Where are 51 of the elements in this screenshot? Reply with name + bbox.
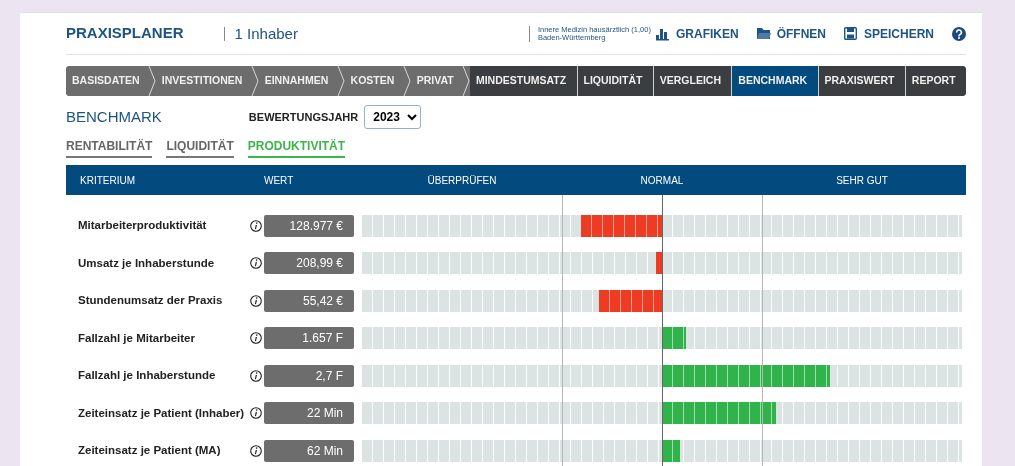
value-field: 1.657 F — [264, 327, 354, 350]
year-dropdown[interactable]: 2023 — [364, 105, 422, 129]
nav-tab[interactable]: INVESTITIONEN — [155, 66, 259, 96]
info-icon[interactable] — [250, 257, 262, 270]
app-title: PRAXISPLANER — [66, 23, 184, 44]
toolbar-button[interactable]: ÖFFNEN — [756, 24, 826, 43]
criterion-label: Mitarbeiterproduktivität — [77, 218, 208, 234]
value-field: 2,7 F — [264, 364, 354, 387]
info-icon[interactable] — [250, 294, 262, 307]
info-icon[interactable] — [250, 219, 262, 232]
chevron-icon — [402, 66, 411, 96]
value-field: 208,99 € — [264, 252, 354, 275]
criterion-label: Zeiteinsatz je Patient (Inhaber) — [77, 405, 246, 421]
criterion-label: Umsatz je Inhaberstunde — [77, 255, 216, 271]
help-icon[interactable] — [952, 26, 966, 41]
value-field: 128.977 € — [264, 214, 354, 237]
column-header: WERT — [264, 173, 295, 188]
section-title: BENCHMARK — [66, 106, 162, 127]
column-header: ÜBERPRÜFEN — [426, 173, 498, 188]
column-header: KRITERIUM — [79, 173, 136, 188]
year-label: BEWERTUNGSJAHR — [248, 109, 359, 125]
nav-tab[interactable]: KOSTEN — [344, 66, 411, 96]
folder-icon — [756, 26, 771, 41]
chevron-icon — [250, 66, 259, 96]
toolbar-button[interactable]: GRAFIKEN — [655, 24, 739, 43]
info-icon[interactable] — [250, 369, 262, 382]
criterion-label: Stundenumsatz der Praxis — [77, 293, 224, 309]
nav-tab[interactable]: BENCHMARK — [731, 66, 818, 96]
info-icon[interactable] — [250, 407, 262, 420]
value-field: 22 Min — [264, 402, 354, 425]
nav-tab[interactable]: BASISDATEN — [66, 66, 156, 96]
category-tab[interactable]: RENTABILITÄT — [66, 137, 153, 158]
info-icon[interactable] — [250, 332, 262, 345]
value-field: 55,42 € — [264, 289, 354, 312]
chevron-icon — [461, 66, 470, 96]
owner-count: 1 Inhaber — [223, 26, 298, 41]
chevron-icon — [336, 66, 345, 96]
info-icon[interactable] — [250, 444, 262, 457]
criterion-label: Zeiteinsatz je Patient (MA) — [77, 443, 222, 459]
nav-tab[interactable]: EINNAHMEN — [258, 66, 345, 96]
criterion-label: Fallzahl je Mitarbeiter — [77, 330, 196, 346]
bar-chart-icon — [655, 26, 670, 41]
toolbar-button[interactable]: SPEICHERN — [844, 24, 934, 43]
value-field: 62 Min — [264, 439, 354, 462]
criterion-label: Fallzahl je Inhaberstunde — [77, 368, 217, 384]
column-header: SEHR GUT — [835, 173, 889, 188]
nav-tab[interactable]: PRIVAT — [410, 66, 470, 96]
nav-tab[interactable]: REPORT — [904, 66, 966, 96]
column-header: NORMAL — [639, 173, 685, 188]
chevron-icon — [147, 66, 156, 96]
category-tab[interactable]: LIQUIDITÄT — [166, 137, 234, 158]
